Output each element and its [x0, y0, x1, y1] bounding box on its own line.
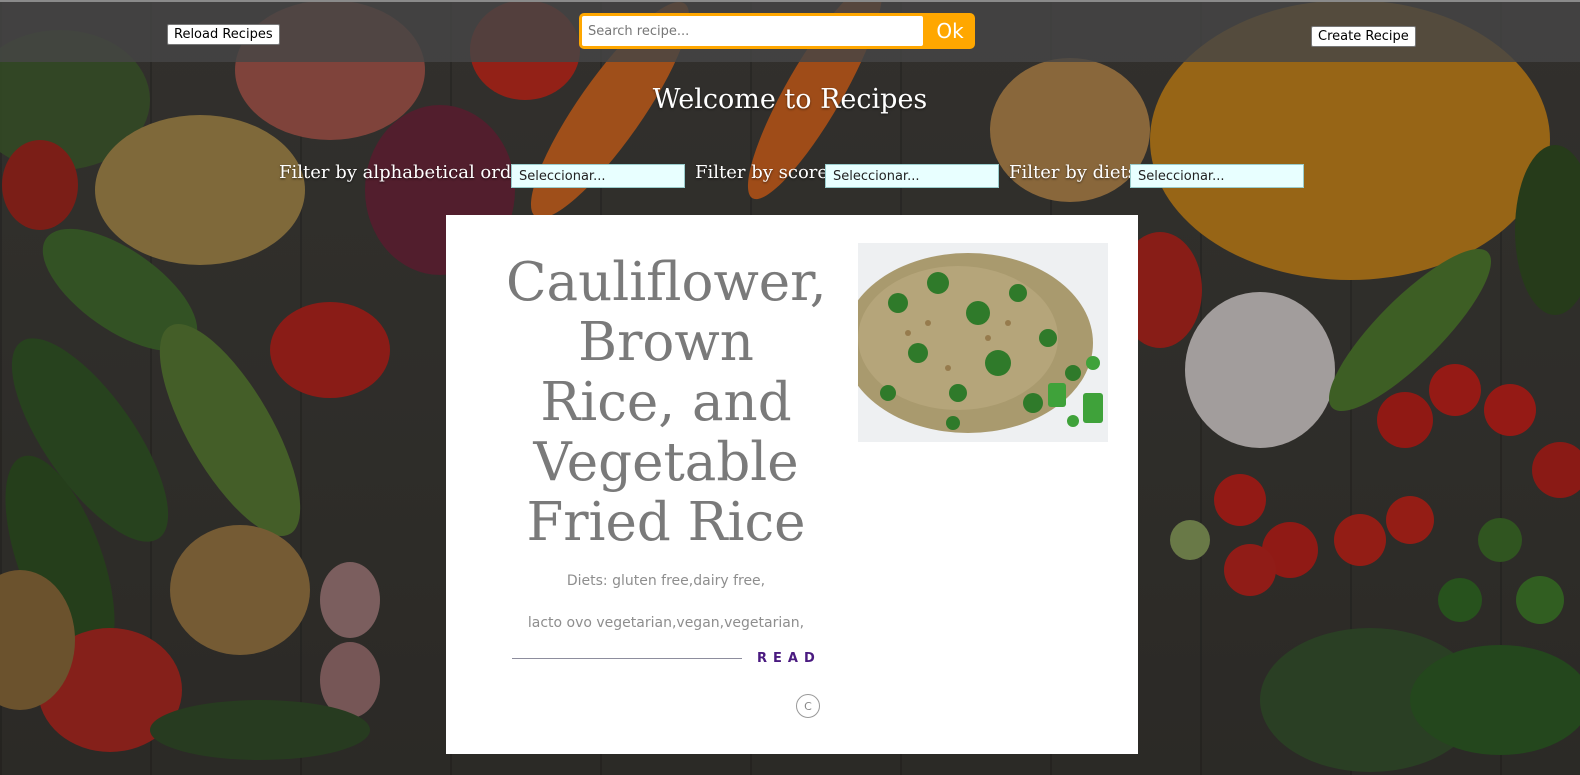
filter-diets-select[interactable]: Seleccionar...	[1130, 164, 1304, 188]
recipe-image	[858, 243, 1108, 442]
read-divider	[512, 658, 742, 659]
filter-score-select[interactable]: Seleccionar...	[825, 164, 999, 188]
page-title: Welcome to Recipes	[652, 84, 928, 115]
read-link[interactable]: READ	[757, 651, 821, 666]
filter-score-label: Filter by score	[695, 162, 829, 183]
search-ok-button[interactable]: Ok	[925, 13, 975, 49]
recipe-circle-button[interactable]: C	[796, 694, 820, 718]
recipe-diets-line-1: Diets: gluten free,dairy free,	[566, 573, 766, 589]
reload-recipes-button[interactable]: Reload Recipes	[167, 24, 280, 45]
filter-alphabetical-label: Filter by alphabetical order	[279, 162, 531, 183]
filter-diets-label: Filter by diets	[1009, 162, 1138, 183]
filter-alphabetical-select[interactable]: Seleccionar...	[511, 164, 685, 188]
fried-rice-photo-icon	[858, 243, 1108, 442]
recipes-page: Reload Recipes Ok Create Recipe Welcome …	[0, 0, 1580, 775]
search-input[interactable]	[582, 16, 923, 46]
create-recipe-button[interactable]: Create Recipe	[1311, 26, 1416, 47]
recipe-diets-line-2: lacto ovo vegetarian,vegan,vegetarian,	[527, 615, 805, 631]
recipe-title: Cauliflower, Brown Rice, and Vegetable F…	[506, 252, 827, 553]
search-bar: Ok	[579, 13, 975, 49]
recipe-card: Cauliflower, Brown Rice, and Vegetable F…	[446, 215, 1138, 754]
